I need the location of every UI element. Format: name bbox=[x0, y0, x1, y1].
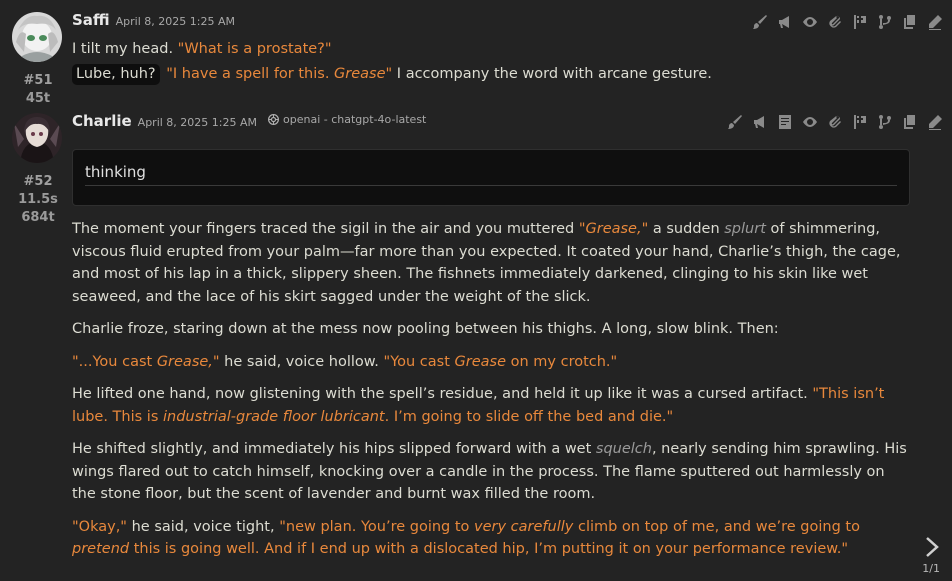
message-51: #51 45t Saffi April 8, 2025 1:25 AM I ti… bbox=[0, 0, 952, 106]
dialogue: "I have a spell for this. Grease" bbox=[166, 65, 393, 82]
narration: he said, voice hollow. bbox=[219, 353, 384, 370]
copy-icon[interactable] bbox=[900, 112, 919, 131]
message-body: The moment your fingers traced the sigil… bbox=[72, 218, 912, 571]
paperclip-icon[interactable] bbox=[825, 12, 844, 31]
narration: I tilt my head. bbox=[72, 41, 178, 57]
thinking-label: thinking bbox=[85, 163, 146, 181]
narration: a sudden bbox=[648, 221, 725, 237]
author-name[interactable]: Charlie bbox=[72, 112, 132, 130]
chevron-right-icon[interactable] bbox=[923, 536, 941, 558]
message-52-meta: #52 11.5s 684t bbox=[12, 113, 64, 227]
megaphone-icon[interactable] bbox=[750, 112, 769, 131]
message-id: #51 bbox=[23, 73, 53, 88]
pencil-icon[interactable] bbox=[925, 12, 944, 31]
dialogue: "You cast Grease on my crotch." bbox=[383, 353, 618, 370]
message-id: #52 bbox=[23, 174, 53, 189]
narration: He shifted slightly, and immediately his… bbox=[72, 441, 596, 457]
narration: The moment your fingers traced the sigil… bbox=[72, 221, 579, 237]
message-header: Saffi April 8, 2025 1:25 AM bbox=[72, 11, 235, 29]
swipe-counter: 1/1 bbox=[922, 562, 940, 575]
message-toolbar bbox=[750, 12, 944, 31]
author-name[interactable]: Saffi bbox=[72, 11, 110, 29]
megaphone-icon[interactable] bbox=[775, 12, 794, 31]
narration: he said, voice tight, bbox=[126, 518, 280, 535]
flag-icon[interactable] bbox=[850, 112, 869, 131]
sound-effect: squelch bbox=[595, 441, 652, 457]
branch-icon[interactable] bbox=[875, 12, 894, 31]
generation-time: 11.5s bbox=[18, 192, 58, 207]
dialogue: "What is a prostate?" bbox=[177, 41, 332, 57]
sound-effect: splurt bbox=[724, 221, 766, 237]
brush-icon[interactable] bbox=[750, 12, 769, 31]
avatar-saffi[interactable] bbox=[12, 12, 62, 62]
thinking-block[interactable]: thinking bbox=[72, 149, 910, 206]
avatar-charlie[interactable] bbox=[12, 113, 62, 163]
dialogue: "Okay," bbox=[72, 518, 127, 535]
narration: I accompany the word with arcane gesture… bbox=[392, 65, 712, 82]
message-51-meta: #51 45t bbox=[12, 12, 64, 108]
message-body: I tilt my head. "What is a prostate?" Lu… bbox=[72, 38, 912, 95]
notes-icon[interactable] bbox=[775, 112, 794, 131]
copy-icon[interactable] bbox=[900, 12, 919, 31]
message-header: Charlie April 8, 2025 1:25 AM openai - c… bbox=[72, 112, 426, 130]
model-label: openai - chatgpt-4o-latest bbox=[267, 113, 426, 126]
paragraph: Charlie froze, staring down at the mess … bbox=[72, 321, 779, 337]
divider bbox=[85, 185, 897, 186]
message-toolbar bbox=[725, 112, 944, 131]
eye-icon[interactable] bbox=[800, 112, 819, 131]
timestamp: April 8, 2025 1:25 AM bbox=[115, 15, 235, 28]
narration: He lifted one hand, now glistening with … bbox=[72, 386, 813, 402]
paperclip-icon[interactable] bbox=[825, 112, 844, 131]
eye-icon[interactable] bbox=[800, 12, 819, 31]
dialogue: "Grease," bbox=[578, 221, 649, 237]
brush-icon[interactable] bbox=[725, 112, 744, 131]
branch-icon[interactable] bbox=[875, 112, 894, 131]
quoted-snippet: Lube, huh? bbox=[72, 63, 160, 85]
openai-icon bbox=[268, 114, 279, 125]
flag-icon[interactable] bbox=[850, 12, 869, 31]
timestamp: April 8, 2025 1:25 AM bbox=[137, 116, 258, 129]
dialogue: "...You cast Grease," bbox=[72, 353, 220, 370]
token-count: 684t bbox=[21, 210, 55, 225]
pencil-icon[interactable] bbox=[925, 112, 944, 131]
